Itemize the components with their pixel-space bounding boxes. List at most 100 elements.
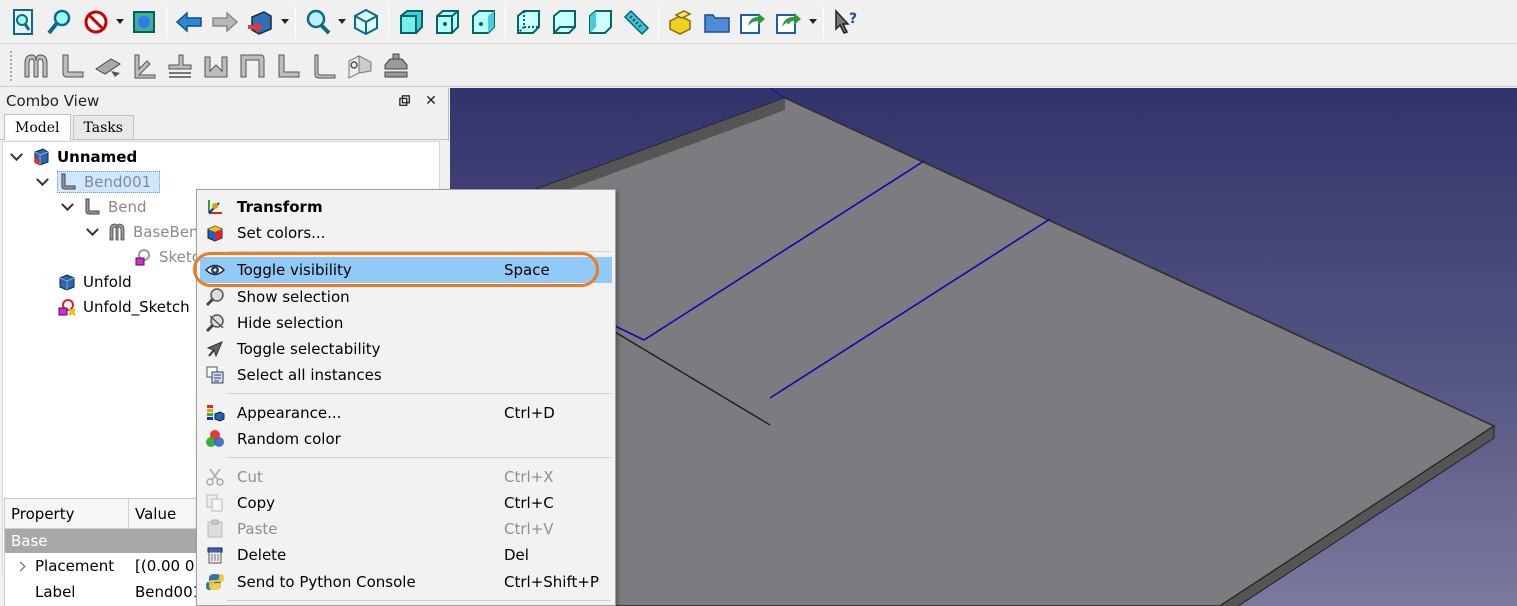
menu-label: Cut: [237, 468, 263, 486]
tree-item-unfold-sketch[interactable]: Unfold_Sketch: [57, 295, 190, 319]
menu-item-send-to-python-console[interactable]: Send to Python Console Ctrl+Shift+P: [200, 569, 612, 595]
hide-selection-icon: [203, 312, 227, 334]
menu-item-copy[interactable]: Copy Ctrl+C: [200, 490, 612, 516]
toolbar-separator: [658, 5, 659, 38]
sketch-on-sheet-icon[interactable]: [162, 49, 198, 83]
view-top-icon[interactable]: [429, 5, 465, 39]
menu-separator: [227, 457, 611, 458]
base-bend-icon: [107, 222, 127, 242]
transform-icon: [203, 196, 227, 218]
whats-this-icon[interactable]: ?: [828, 5, 864, 39]
link-navigation-icon[interactable]: [243, 5, 279, 39]
part-workbench-icon[interactable]: [663, 5, 699, 39]
menu-item-cut[interactable]: Cut Ctrl+X: [200, 464, 612, 490]
menu-label: Hide selection: [237, 314, 344, 332]
menu-separator: [227, 393, 611, 394]
menu-shortcut: Ctrl+D: [504, 404, 555, 422]
link-navigation-dropdown[interactable]: [279, 5, 291, 39]
export-icon[interactable]: [771, 5, 807, 39]
zoom-dropdown[interactable]: [336, 5, 348, 39]
menu-item-hide-selection[interactable]: Hide selection: [200, 310, 612, 336]
menu-item-toggle-selectability[interactable]: Toggle selectability: [200, 336, 612, 362]
tree-label: Bend: [108, 198, 147, 216]
menu-label: Appearance...: [237, 404, 342, 422]
draw-style-icon[interactable]: [78, 5, 114, 39]
add-flange-icon[interactable]: [234, 49, 270, 83]
selected-item-highlight[interactable]: Bend001: [57, 171, 161, 193]
view-left-icon[interactable]: [582, 5, 618, 39]
menu-item-transform[interactable]: Transform: [200, 194, 612, 220]
random-color-icon: [203, 428, 227, 450]
annotation-highlight-ring: [193, 252, 599, 287]
add-wall-icon[interactable]: [54, 49, 90, 83]
close-panel-icon[interactable]: ✕: [422, 92, 440, 110]
property-name: Label: [35, 583, 76, 601]
tree-item-unfold[interactable]: Unfold: [57, 270, 132, 294]
tree-item-unnamed[interactable]: Unnamed: [9, 145, 137, 169]
add-relief-icon[interactable]: [126, 49, 162, 83]
toolbar-grip[interactable]: [10, 50, 14, 81]
menu-label: Toggle selectability: [237, 340, 381, 358]
forward-arrow-icon[interactable]: [207, 5, 243, 39]
property-column-header[interactable]: Property: [5, 499, 129, 529]
share-icon[interactable]: [735, 5, 771, 39]
view-bottom-icon[interactable]: [546, 5, 582, 39]
combo-view-tabs: Model Tasks: [0, 114, 448, 140]
expand-arrow-icon[interactable]: [60, 200, 74, 214]
view-right-icon[interactable]: [465, 5, 501, 39]
add-corner-icon[interactable]: [198, 49, 234, 83]
float-panel-icon[interactable]: [396, 92, 414, 110]
measure-icon[interactable]: [618, 5, 654, 39]
toolbar-separator: [295, 5, 296, 38]
back-arrow-icon[interactable]: [171, 5, 207, 39]
export-dropdown[interactable]: [807, 5, 819, 39]
toolbar-separator: [166, 5, 167, 38]
svg-text:?: ?: [849, 11, 857, 27]
view-front-icon[interactable]: [393, 5, 429, 39]
tree-item-bend[interactable]: Bend: [60, 195, 147, 219]
menu-item-paste[interactable]: Paste Ctrl+V: [200, 516, 612, 542]
tree-item-bend001[interactable]: Bend001: [35, 170, 161, 194]
python-icon: [203, 571, 227, 593]
main-toolbar: ?: [0, 0, 1517, 44]
tree-item-basebend[interactable]: BaseBend: [85, 220, 208, 244]
menu-item-random-color[interactable]: Random color: [200, 426, 612, 452]
view-fit-all-icon[interactable]: [6, 5, 42, 39]
expand-arrow-icon[interactable]: [9, 150, 23, 164]
extend-icon[interactable]: [90, 49, 126, 83]
view-rear-icon[interactable]: [510, 5, 546, 39]
bounding-box-icon[interactable]: [126, 5, 162, 39]
add-edge-wall-icon[interactable]: [306, 49, 342, 83]
menu-separator: [227, 600, 611, 601]
scissors-icon: [203, 466, 227, 488]
property-value[interactable]: Bend001: [130, 583, 202, 601]
menu-item-set-colors[interactable]: Set colors...: [200, 220, 612, 246]
unfold-icon[interactable]: [342, 49, 378, 83]
expand-arrow-icon[interactable]: [5, 561, 35, 571]
view-fit-selection-icon[interactable]: [42, 5, 78, 39]
add-foldwall-icon[interactable]: [270, 49, 306, 83]
menu-shortcut: Ctrl+C: [504, 494, 554, 512]
cursor-icon: [203, 338, 227, 360]
menu-item-select-all-instances[interactable]: Select all instances: [200, 362, 612, 388]
appearance-icon: [203, 402, 227, 424]
solid-icon: [57, 272, 77, 292]
menu-shortcut: Del: [504, 546, 529, 564]
menu-label: Copy: [237, 494, 276, 512]
menu-item-delete[interactable]: Delete Del: [200, 542, 612, 568]
bend-icon: [58, 172, 78, 192]
expand-arrow-icon[interactable]: [35, 175, 49, 189]
zoom-icon[interactable]: [300, 5, 336, 39]
menu-item-show-selection[interactable]: Show selection: [200, 284, 612, 310]
sketch-unfold-icon[interactable]: [378, 49, 414, 83]
base-bend-icon[interactable]: [18, 49, 54, 83]
tab-tasks[interactable]: Tasks: [72, 115, 134, 139]
menu-item-appearance[interactable]: Appearance... Ctrl+D: [200, 400, 612, 426]
expand-arrow-icon[interactable]: [85, 225, 99, 239]
draw-style-dropdown[interactable]: [114, 5, 126, 39]
toolbar-separator: [505, 5, 506, 38]
view-isometric-icon[interactable]: [348, 5, 384, 39]
folder-icon[interactable]: [699, 5, 735, 39]
tab-model[interactable]: Model: [4, 114, 71, 140]
menu-shortcut: Ctrl+Shift+P: [504, 573, 599, 591]
